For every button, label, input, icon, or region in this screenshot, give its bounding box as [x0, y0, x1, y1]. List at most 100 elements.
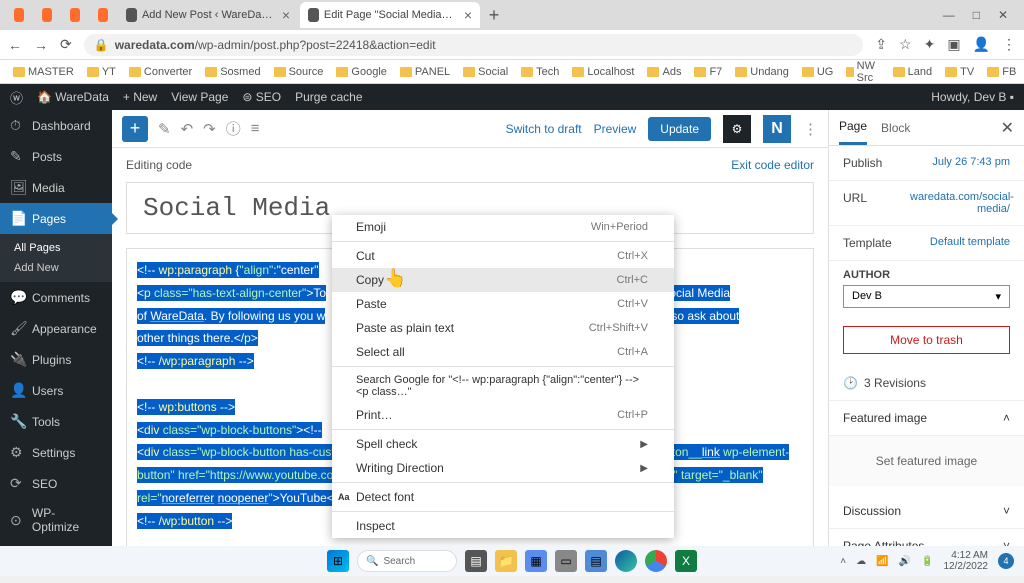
sidebar-item-users[interactable]: 👤Users — [0, 375, 112, 406]
howdy-user[interactable]: Howdy, Dev B ▪ — [931, 90, 1014, 104]
update-button[interactable]: Update — [648, 117, 711, 141]
sidebar-item-plugins[interactable]: 🔌Plugins — [0, 344, 112, 375]
move-to-trash[interactable]: Move to trash — [843, 326, 1010, 354]
settings-icon[interactable]: ⚙ — [723, 115, 751, 143]
bookmark[interactable]: NW Src — [841, 58, 884, 86]
ctx-print[interactable]: Print…Ctrl+P — [332, 403, 674, 427]
purge-cache[interactable]: Purge cache — [295, 90, 362, 104]
notifications-icon[interactable]: 4 — [998, 553, 1014, 569]
ctx-writing-direction[interactable]: Writing Direction▶ — [332, 456, 674, 480]
window-minimize[interactable]: — — [943, 8, 955, 22]
window-close[interactable]: ✕ — [998, 8, 1008, 22]
discussion-section[interactable]: Discussion˅ — [829, 494, 1024, 529]
sidebar-item-settings[interactable]: ⚙Settings — [0, 437, 112, 468]
sidebar-item-dashboard[interactable]: ⏱Dashboard — [0, 110, 112, 141]
tab-icon-only[interactable] — [62, 2, 88, 28]
ctx-paste[interactable]: PasteCtrl+V — [332, 292, 674, 316]
info-icon[interactable]: ⓘ — [226, 118, 241, 139]
reload-button[interactable]: ⟳ — [60, 36, 72, 53]
bookmark[interactable]: TV — [940, 64, 979, 80]
bookmark[interactable]: YT — [82, 64, 121, 80]
view-page[interactable]: View Page — [171, 90, 228, 104]
bookmark[interactable]: Localhost — [567, 64, 639, 80]
sidebar-item-appearance[interactable]: 🖌Appearance — [0, 313, 112, 344]
set-featured-image[interactable]: Set featured image — [829, 436, 1024, 486]
site-name[interactable]: 🏠 WareData — [37, 90, 109, 104]
sidebar-item-media[interactable]: 🖼Media — [0, 172, 112, 203]
tray-icon[interactable]: ˄ — [840, 556, 846, 567]
bookmark[interactable]: Tech — [516, 64, 564, 80]
edge-icon[interactable] — [615, 550, 637, 572]
star-icon[interactable]: ☆ — [899, 36, 912, 53]
profile-icon[interactable]: 👤 — [973, 36, 990, 53]
sidebar-item-seo[interactable]: ⟳SEO — [0, 468, 112, 499]
sidebar-sub-add-new[interactable]: Add New — [0, 258, 112, 278]
new-content[interactable]: + New — [123, 90, 157, 104]
sidebar-item-wp-optimize[interactable]: ⊙WP-Optimize — [0, 499, 112, 541]
ctx-cut[interactable]: CutCtrl+X — [332, 244, 674, 268]
bookmark[interactable]: MASTER — [8, 64, 79, 80]
n-logo-icon[interactable]: N — [763, 115, 791, 143]
volume-icon[interactable]: 🔊 — [899, 556, 911, 567]
ctx-select-all[interactable]: Select allCtrl+A — [332, 340, 674, 364]
sidebar-item-posts[interactable]: ✎Posts — [0, 141, 112, 172]
onedrive-icon[interactable]: ☁ — [856, 556, 866, 567]
excel-icon[interactable]: X — [675, 550, 697, 572]
task-icon[interactable]: ▦ — [525, 550, 547, 572]
task-icon[interactable]: ▤ — [585, 550, 607, 572]
ctx-paste-plain[interactable]: Paste as plain textCtrl+Shift+V — [332, 316, 674, 340]
author-select[interactable]: Dev B▾ — [843, 285, 1010, 308]
pencil-icon[interactable]: ✎ — [158, 120, 171, 138]
bookmark[interactable]: PANEL — [395, 64, 455, 80]
browser-tab-active[interactable]: Edit Page "Social Media" ‹ Ware…× — [300, 2, 480, 28]
ctx-detect-font[interactable]: AaDetect font — [332, 485, 674, 509]
ctx-search-google[interactable]: Search Google for "<!-- wp:paragraph {"a… — [332, 369, 674, 403]
switch-to-draft[interactable]: Switch to draft — [506, 122, 582, 136]
close-icon[interactable]: × — [464, 7, 472, 23]
extensions-icon[interactable]: ✦ — [924, 36, 936, 53]
sidebar-item-comments[interactable]: 💬Comments — [0, 282, 112, 313]
forward-button[interactable]: → — [34, 37, 48, 53]
revisions-row[interactable]: 🕑3 Revisions — [829, 366, 1024, 401]
seo-menu[interactable]: ⊜ SEO — [242, 90, 281, 104]
bookmark[interactable]: F7 — [689, 64, 727, 80]
bookmark[interactable]: UG — [797, 64, 839, 80]
share-icon[interactable]: ⇪ — [875, 36, 887, 53]
featured-image-section[interactable]: Featured image˄ — [829, 401, 1024, 436]
redo-icon[interactable]: ↷ — [203, 120, 216, 138]
task-icon[interactable]: ▤ — [465, 550, 487, 572]
bookmark[interactable]: Undang — [730, 64, 794, 80]
publish-row[interactable]: PublishJuly 26 7:43 pm — [829, 146, 1024, 181]
bookmark[interactable]: Land — [888, 64, 937, 80]
tab-page[interactable]: Page — [839, 110, 867, 145]
battery-icon[interactable]: 🔋 — [921, 556, 933, 567]
close-icon[interactable]: ✕ — [1001, 118, 1014, 138]
sidebar-item-tools[interactable]: 🔧Tools — [0, 406, 112, 437]
menu-icon[interactable]: ⋮ — [1002, 36, 1016, 53]
sidebar-item-pages[interactable]: 📄Pages — [0, 203, 112, 234]
start-button[interactable]: ⊞ — [327, 550, 349, 572]
wifi-icon[interactable]: 📶 — [876, 556, 888, 567]
sidebar-sub-all-pages[interactable]: All Pages — [0, 238, 112, 258]
exit-code-editor[interactable]: Exit code editor — [731, 158, 814, 172]
wp-logo-icon[interactable]: ⓦ — [10, 88, 23, 107]
browser-tab[interactable]: Add New Post ‹ WareData — W…× — [118, 2, 298, 28]
task-icon[interactable]: ▭ — [555, 550, 577, 572]
more-icon[interactable]: ⋮ — [803, 120, 818, 138]
system-clock[interactable]: 4:12 AM12/2/2022 — [944, 550, 989, 572]
bookmark[interactable]: Source — [269, 64, 329, 80]
bookmark[interactable]: Converter — [124, 64, 197, 80]
tab-block[interactable]: Block — [881, 112, 910, 144]
url-field[interactable]: 🔒 waredata.com/wp-admin/post.php?post=22… — [84, 34, 864, 56]
tab-icon-only[interactable] — [90, 2, 116, 28]
tab-icon-only[interactable] — [6, 2, 32, 28]
ctx-emoji[interactable]: EmojiWin+Period — [332, 215, 674, 239]
close-icon[interactable]: × — [282, 7, 290, 23]
template-row[interactable]: TemplateDefault template — [829, 226, 1024, 261]
ctx-inspect[interactable]: Inspect — [332, 514, 674, 538]
bookmark[interactable]: FB — [982, 64, 1021, 80]
window-icon[interactable]: ▣ — [947, 36, 960, 53]
bookmark[interactable]: Social — [458, 64, 513, 80]
outline-icon[interactable]: ≡ — [251, 120, 260, 137]
bookmark[interactable]: Google — [331, 64, 391, 80]
